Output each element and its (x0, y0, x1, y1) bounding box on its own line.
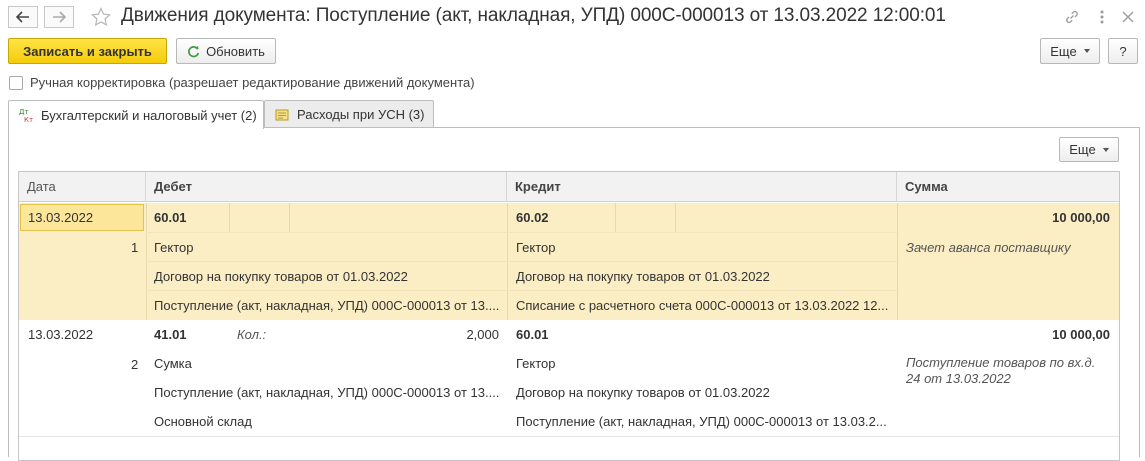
refresh-label: Обновить (206, 43, 265, 59)
tab-usn-expenses[interactable]: Расходы при УСН (3) (264, 100, 434, 128)
grid-more-label: Еще (1069, 142, 1096, 157)
movements-table[interactable]: Дата Дебет Кредит Сумма 13.03.2022 1 60.… (18, 171, 1120, 461)
table-row[interactable]: 13.03.2022 2 41.01 Кол.: 2,000 Сумка Пос… (19, 320, 1119, 437)
debit-qty: 2,000 (466, 327, 499, 342)
dt-kt-icon: Дт Кт (19, 108, 33, 123)
chevron-down-icon (1083, 49, 1090, 53)
chevron-down-icon (1102, 147, 1109, 152)
column-header-date[interactable]: Дата (19, 172, 146, 202)
tab-accounting[interactable]: Дт Кт Бухгалтерский и налоговый учет (2) (8, 100, 264, 129)
debit-subconto-1: Сумка (154, 356, 192, 371)
row-date: 13.03.2022 (28, 210, 94, 225)
tab-usn-expenses-label: Расходы при УСН (3) (297, 107, 425, 122)
table-header: Дата Дебет Кредит Сумма (19, 172, 1119, 202)
arrow-left-icon (16, 11, 29, 23)
debit-subconto-2: Поступление (акт, накладная, УПД) 000С-0… (154, 385, 500, 400)
help-label: ? (1119, 43, 1127, 59)
debit-subconto-3: Поступление (акт, накладная, УПД) 000С-0… (154, 298, 500, 313)
row-comment: Зачет аванса поставщику (906, 240, 1071, 255)
row-number: 1 (131, 240, 139, 255)
credit-subconto-3: Списание с расчетного счета 000С-000013 … (516, 298, 889, 313)
back-button[interactable] (8, 6, 38, 28)
column-header-credit[interactable]: Кредит (507, 172, 897, 202)
favorite-star-icon[interactable] (90, 6, 112, 28)
credit-account: 60.01 (516, 327, 549, 342)
credit-subconto-2: Договор на покупку товаров от 01.03.2022 (516, 269, 770, 284)
credit-subconto-2: Договор на покупку товаров от 01.03.2022 (516, 385, 770, 400)
forward-button[interactable] (44, 6, 74, 28)
manual-correction-label[interactable]: Ручная корректировка (разрешает редактир… (30, 75, 475, 90)
more-vertical-icon[interactable] (1091, 6, 1113, 28)
grid-more-button[interactable]: Еще (1059, 137, 1119, 162)
arrow-right-icon (53, 11, 66, 23)
debit-subconto-1: Гектор (154, 240, 194, 255)
column-header-amount[interactable]: Сумма (897, 172, 1119, 202)
row-amount: 10 000,00 (1052, 210, 1110, 225)
refresh-button[interactable]: Обновить (176, 38, 276, 64)
row-comment: Поступление товаров по вх.д. 24 от 13.03… (906, 355, 1096, 386)
credit-account: 60.02 (516, 210, 549, 225)
credit-subconto-1: Гектор (516, 356, 556, 371)
row-number: 2 (131, 357, 139, 372)
more-button[interactable]: Еще (1040, 38, 1100, 64)
link-icon[interactable] (1061, 6, 1083, 28)
table-row[interactable]: 13.03.2022 1 60.01 Гектор Договор на пок… (19, 203, 1119, 320)
window-title: Движения документа: Поступление (акт, на… (121, 5, 946, 26)
save-and-close-label: Записать и закрыть (23, 43, 152, 59)
tab-accounting-label: Бухгалтерский и налоговый учет (2) (41, 107, 257, 123)
refresh-icon (188, 45, 200, 57)
row-amount: 10 000,00 (1052, 327, 1110, 342)
debit-account: 60.01 (154, 210, 187, 225)
credit-subconto-3: Поступление (акт, накладная, УПД) 000С-0… (516, 414, 887, 429)
close-icon[interactable] (1117, 6, 1139, 28)
more-label: Еще (1050, 43, 1077, 59)
debit-account: 41.01 (154, 327, 187, 342)
svg-text:Кт: Кт (24, 116, 33, 123)
help-button[interactable]: ? (1108, 38, 1138, 64)
manual-correction-checkbox[interactable] (9, 76, 23, 90)
debit-subconto-3: Основной склад (154, 414, 252, 429)
debit-qty-label: Кол.: (237, 327, 267, 342)
row-date: 13.03.2022 (28, 327, 94, 342)
save-and-close-button[interactable]: Записать и закрыть (8, 38, 167, 64)
register-icon (275, 109, 289, 120)
column-header-debit[interactable]: Дебет (146, 172, 507, 202)
credit-subconto-1: Гектор (516, 240, 556, 255)
debit-subconto-2: Договор на покупку товаров от 01.03.2022 (154, 269, 408, 284)
svg-text:Дт: Дт (19, 108, 29, 116)
